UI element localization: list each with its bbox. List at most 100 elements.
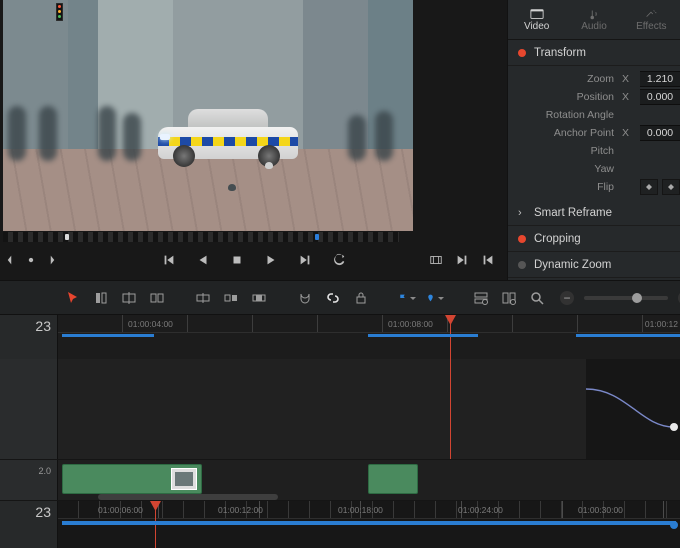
trim-tool-button[interactable] bbox=[92, 289, 110, 307]
jog-bar[interactable] bbox=[3, 232, 399, 242]
timecode-text: 01:00:12:00 bbox=[218, 505, 263, 515]
selection-tool-button[interactable] bbox=[64, 289, 82, 307]
chevron-right-icon: › bbox=[518, 207, 526, 219]
upper-ruler: 23 01:00:04:00 01:00:08:00 01:00:12 bbox=[0, 315, 680, 359]
timecode-text: 01:00:08:00 bbox=[388, 319, 433, 329]
section-smart-reframe[interactable]: › Smart Reframe bbox=[508, 200, 680, 226]
app-root: Video Audio Effects Transform Zoom X 1.210… bbox=[0, 0, 680, 548]
section-transform-label: Transform bbox=[534, 47, 586, 59]
jog-handle-out[interactable] bbox=[315, 234, 319, 240]
replace-button[interactable] bbox=[250, 289, 268, 307]
clip-a[interactable] bbox=[62, 464, 202, 494]
timecode-text: 01:00:04:00 bbox=[128, 319, 173, 329]
play-button[interactable] bbox=[264, 253, 278, 267]
clip-end-marker-icon bbox=[670, 521, 678, 529]
next-angle-icon[interactable] bbox=[42, 253, 56, 267]
first-frame-button[interactable] bbox=[162, 253, 176, 267]
section-dynamic-zoom[interactable]: Dynamic Zoom bbox=[508, 252, 680, 278]
param-position-axis: X bbox=[622, 91, 632, 103]
lower-ruler-label: 23 bbox=[0, 501, 58, 548]
zoom-slider[interactable] bbox=[584, 296, 668, 300]
track-gain-label: 2.0 bbox=[38, 466, 51, 476]
zoom-thumb[interactable] bbox=[632, 293, 642, 303]
section-smart-reframe-label: Smart Reframe bbox=[534, 207, 612, 219]
loop-button[interactable] bbox=[332, 253, 346, 267]
match-frame-button[interactable] bbox=[429, 253, 443, 267]
param-rotation-label: Rotation Angle bbox=[508, 109, 614, 121]
upper-ruler-scale[interactable]: 01:00:04:00 01:00:08:00 01:00:12 bbox=[58, 315, 680, 359]
upper-panel: Video Audio Effects Transform Zoom X 1.210… bbox=[0, 0, 680, 280]
zoom-out-button[interactable]: − bbox=[560, 291, 574, 305]
timecode-text: 01:00:18:00 bbox=[338, 505, 383, 515]
insert-button[interactable] bbox=[194, 289, 212, 307]
timeline-view-a-button[interactable] bbox=[472, 289, 490, 307]
flip-h-button[interactable] bbox=[640, 179, 658, 195]
track-strip: 2.0 bbox=[0, 459, 680, 501]
flag-menu-button[interactable] bbox=[398, 289, 416, 307]
enable-dot-icon[interactable] bbox=[518, 49, 526, 57]
jog-handle-in[interactable] bbox=[65, 234, 69, 240]
param-flip-label: Flip bbox=[508, 181, 614, 193]
play-reverse-button[interactable] bbox=[196, 253, 210, 267]
playhead-line[interactable] bbox=[450, 359, 451, 459]
section-transform[interactable]: Transform bbox=[508, 40, 680, 66]
prev-angle-icon[interactable] bbox=[6, 253, 20, 267]
track-lane[interactable] bbox=[58, 460, 680, 500]
tab-effects[interactable]: Effects bbox=[623, 0, 680, 40]
viewer[interactable] bbox=[3, 0, 413, 231]
track-scrollbar[interactable] bbox=[98, 494, 278, 500]
tab-video[interactable]: Video bbox=[508, 0, 565, 40]
timeline-view-b-button[interactable] bbox=[500, 289, 518, 307]
lock-button[interactable] bbox=[352, 289, 370, 307]
timeline-toolbar: − + bbox=[0, 280, 680, 315]
linked-selection-button[interactable] bbox=[324, 289, 342, 307]
enable-dot-off-icon[interactable] bbox=[518, 261, 526, 269]
flip-v-button[interactable] bbox=[662, 179, 680, 195]
timecode-text: 01:00:06:00 bbox=[98, 505, 143, 515]
tab-effects-label: Effects bbox=[636, 21, 666, 32]
stop-button[interactable] bbox=[230, 253, 244, 267]
timecode-text: 01:00:24:00 bbox=[458, 505, 503, 515]
transport-bar bbox=[0, 242, 507, 277]
marker-menu-button[interactable] bbox=[426, 289, 444, 307]
param-position-label: Position bbox=[508, 91, 614, 103]
next-clip-button[interactable] bbox=[455, 253, 469, 267]
overwrite-button[interactable] bbox=[222, 289, 240, 307]
viewer-image bbox=[3, 0, 413, 231]
curve-editor[interactable] bbox=[586, 359, 680, 459]
clip-thumbnail bbox=[171, 468, 197, 490]
lower-clip-bar bbox=[62, 521, 676, 525]
param-zoom-label: Zoom bbox=[508, 73, 614, 85]
keyframe-area bbox=[0, 359, 680, 459]
keyframe-canvas[interactable] bbox=[58, 359, 680, 459]
clip-b[interactable] bbox=[368, 464, 418, 494]
param-zoom-value[interactable]: 1.210 bbox=[640, 71, 680, 87]
link-tool-button[interactable] bbox=[148, 289, 166, 307]
timecode-text: 01:00:30:00 bbox=[578, 505, 623, 515]
prev-clip-button[interactable] bbox=[481, 253, 495, 267]
lower-ruler-scale[interactable]: 01:00:06:00 01:00:12:00 01:00:18:00 01:0… bbox=[58, 501, 680, 548]
param-pitch-label: Pitch bbox=[508, 145, 614, 157]
param-anchor-label: Anchor Point bbox=[508, 127, 614, 139]
param-anchor-value[interactable]: 0.000 bbox=[640, 125, 680, 141]
inspector-panel: Video Audio Effects Transform Zoom X 1.210… bbox=[507, 0, 680, 280]
param-zoom-axis: X bbox=[622, 73, 632, 85]
tab-video-label: Video bbox=[524, 21, 549, 32]
inspector-tabs: Video Audio Effects bbox=[508, 0, 680, 40]
param-yaw-label: Yaw bbox=[508, 163, 614, 175]
last-frame-button[interactable] bbox=[298, 253, 312, 267]
marker-dot-icon[interactable] bbox=[24, 253, 38, 267]
search-button[interactable] bbox=[528, 289, 546, 307]
tab-audio-label: Audio bbox=[581, 21, 607, 32]
section-dynamic-zoom-label: Dynamic Zoom bbox=[534, 259, 611, 271]
snap-button[interactable] bbox=[296, 289, 314, 307]
param-anchor-axis: X bbox=[622, 127, 632, 139]
upper-ruler-label: 23 bbox=[0, 315, 58, 359]
transform-params: Zoom X 1.210 Position X 0.000 Rotation Angle… bbox=[508, 66, 680, 200]
section-cropping[interactable]: Cropping bbox=[508, 226, 680, 252]
blade-tool-button[interactable] bbox=[120, 289, 138, 307]
tab-audio[interactable]: Audio bbox=[565, 0, 622, 40]
enable-dot-icon[interactable] bbox=[518, 235, 526, 243]
param-position-value[interactable]: 0.000 bbox=[640, 89, 680, 105]
section-cropping-label: Cropping bbox=[534, 233, 581, 245]
